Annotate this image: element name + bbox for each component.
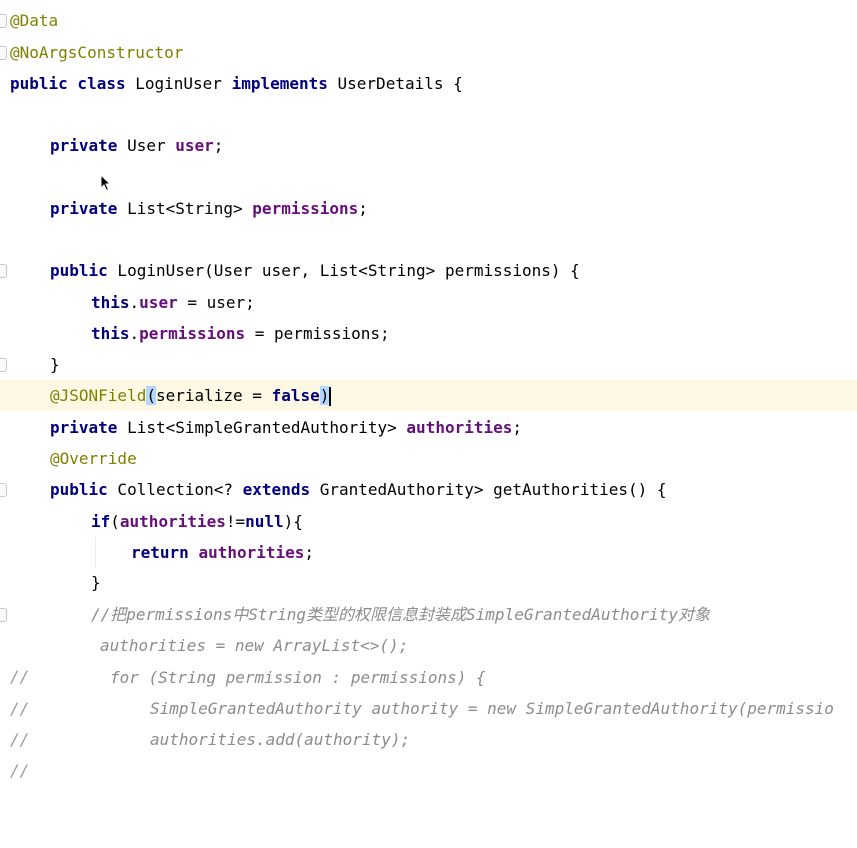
closing-brace: } — [91, 573, 101, 592]
field-user-declaration: private User user; — [50, 130, 223, 161]
override-annotation: @Override — [50, 449, 137, 468]
field-name: permissions — [252, 199, 359, 218]
annotation: @JSONField — [50, 386, 147, 405]
keyword: this — [91, 293, 130, 312]
annotation-data: @Data — [10, 11, 59, 30]
fold-marker-icon[interactable] — [0, 264, 7, 278]
constructor-signature: LoginUser(User user, List<String> permis… — [107, 261, 580, 280]
punct: ){ — [283, 512, 303, 531]
code-editor[interactable]: @Data @NoArgsConstructor public class Lo… — [0, 0, 857, 780]
field-authorities-declaration: private List<SimpleGrantedAuthority> aut… — [50, 412, 522, 443]
code-line-2[interactable]: @NoArgsConstructor — [0, 37, 857, 68]
comment: //把permissions中String类型的权限信息封装成SimpleGra… — [91, 605, 710, 624]
commented-code: for (String permission : permissions) { — [110, 668, 486, 687]
code-line-22[interactable]: // for (String permission : permissions)… — [0, 662, 857, 718]
constructor-declaration: public LoginUser(User user, List<String>… — [50, 255, 580, 286]
field-name: user — [139, 293, 178, 312]
punct: ; — [512, 418, 523, 437]
keyword: private — [50, 136, 118, 155]
assign-user: this.user = user; — [91, 287, 255, 318]
field-permissions-declaration: private List<String> permissions; — [50, 193, 368, 224]
fold-marker-icon[interactable] — [0, 14, 7, 28]
keyword: private — [50, 418, 118, 437]
fold-marker-icon[interactable] — [0, 46, 7, 60]
keyword: return — [131, 543, 189, 562]
field-name: authorities — [198, 543, 305, 562]
keyword: public class — [10, 74, 126, 93]
punct: ( — [110, 512, 120, 531]
if-statement: if(authorities!=null){ — [91, 506, 303, 537]
punct: . — [129, 324, 140, 343]
matched-paren: ( — [146, 386, 156, 405]
fold-marker-icon[interactable] — [0, 608, 7, 622]
code-line-21[interactable]: // authorities = new ArrayList<>(); — [0, 630, 857, 686]
expression: = permissions; — [245, 324, 390, 343]
matched-paren: ) — [319, 386, 330, 405]
class-declaration: public class LoginUser implements UserDe… — [10, 68, 463, 99]
mouse-pointer-icon — [100, 174, 112, 192]
return-statement: return authorities; — [131, 537, 314, 568]
operator: != — [225, 512, 246, 531]
type: List<String> — [117, 199, 253, 218]
code-line-11[interactable]: this.permissions = permissions; — [0, 318, 857, 349]
code-line-5[interactable]: private User user; — [0, 130, 857, 161]
field-name: authorities — [119, 512, 226, 531]
code-line-17[interactable]: if(authorities!=null){ — [0, 506, 857, 537]
keyword: public — [50, 261, 108, 280]
text-caret — [329, 387, 332, 406]
code-line-13-current[interactable]: @JSONField(serialize = false) — [0, 380, 857, 411]
code-line-15[interactable]: @Override — [0, 443, 857, 474]
code-line-24[interactable]: // authorities.add(authority); — [0, 724, 857, 780]
fold-marker-icon[interactable] — [0, 483, 7, 497]
keyword: public — [50, 480, 108, 499]
keyword: this — [91, 324, 130, 343]
code-line-23[interactable]: // SimpleGrantedAuthority authority = ne… — [0, 693, 857, 749]
assign-permissions: this.permissions = permissions; — [91, 318, 390, 349]
field-name: user — [175, 136, 214, 155]
code-line-20[interactable]: //把permissions中String类型的权限信息封装成SimpleGra… — [0, 599, 857, 630]
keyword: false — [271, 386, 320, 405]
commented-code: authorities.add(authority); — [150, 730, 411, 749]
keyword: if — [91, 512, 111, 531]
code-line-7[interactable]: private List<String> permissions; — [0, 193, 857, 224]
code-line-14[interactable]: private List<SimpleGrantedAuthority> aut… — [0, 412, 857, 443]
code-line-19[interactable]: } — [0, 567, 857, 598]
punct: ; — [304, 543, 315, 562]
keyword: extends — [242, 480, 311, 499]
fold-marker-icon[interactable] — [0, 358, 7, 372]
keyword: null — [245, 512, 284, 531]
code-line-9[interactable]: public LoginUser(User user, List<String>… — [0, 255, 857, 286]
type: User — [117, 136, 176, 155]
expression: = user; — [177, 293, 255, 312]
interface-name: UserDetails { — [327, 74, 463, 93]
method-signature: GrantedAuthority> getAuthorities() { — [310, 480, 667, 499]
jsonfield-annotation: @JSONField(serialize = false) — [50, 380, 332, 411]
code-line-12[interactable]: } — [0, 349, 857, 380]
type: Collection<? — [107, 480, 243, 499]
punct: . — [129, 293, 140, 312]
type: List<SimpleGrantedAuthority> — [117, 418, 407, 437]
commented-code: authorities = new ArrayList<>(); — [100, 636, 409, 655]
field-name: permissions — [139, 324, 246, 343]
keyword: implements — [231, 74, 328, 93]
code-line-18[interactable]: return authorities; — [0, 537, 857, 568]
field-name: authorities — [406, 418, 513, 437]
code-line-3[interactable]: public class LoginUser implements UserDe… — [0, 68, 857, 99]
keyword: private — [50, 199, 118, 218]
annotation-arg: serialize = — [155, 386, 272, 405]
code-line-10[interactable]: this.user = user; — [0, 287, 857, 318]
commented-code: SimpleGrantedAuthority authority = new S… — [150, 699, 834, 718]
closing-brace: } — [50, 355, 60, 374]
code-line-1[interactable]: @Data — [0, 5, 857, 36]
method-declaration: public Collection<? extends GrantedAutho… — [50, 474, 667, 505]
comment-marker: // — [10, 761, 30, 780]
punct: ; — [358, 199, 368, 218]
class-name: LoginUser — [125, 74, 232, 93]
annotation-noargs: @NoArgsConstructor — [10, 43, 184, 62]
code-line-16[interactable]: public Collection<? extends GrantedAutho… — [0, 474, 857, 505]
punct: ; — [213, 136, 224, 155]
